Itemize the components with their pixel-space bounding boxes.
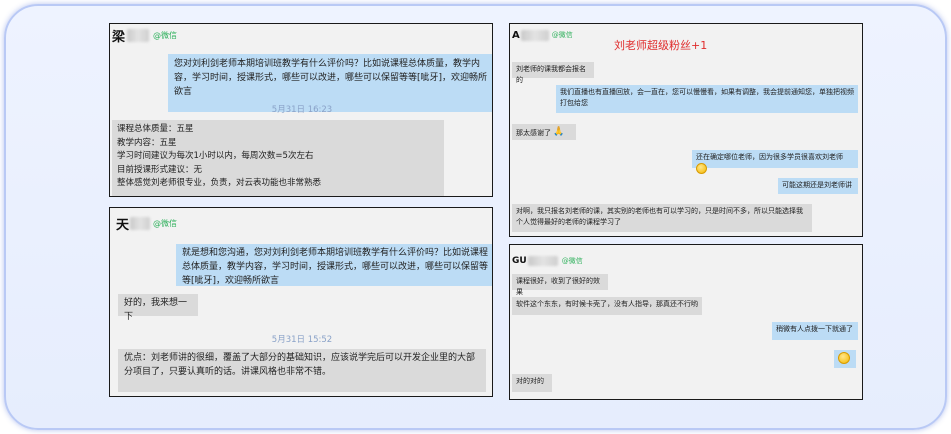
message-incoming: 对的对的 bbox=[512, 374, 552, 392]
contact-name: 梁 bbox=[112, 29, 126, 45]
wechat-tag: @微信 bbox=[552, 30, 573, 40]
blurred-name bbox=[527, 256, 558, 266]
message-outgoing: 可能这期还是刘老师讲 bbox=[778, 178, 858, 194]
smile-emoji-icon bbox=[838, 352, 850, 364]
smile-emoji-icon bbox=[696, 162, 707, 174]
message-outgoing bbox=[834, 350, 856, 368]
contact-name: A bbox=[512, 29, 520, 41]
wechat-label: @微信 bbox=[551, 31, 573, 39]
wechat-label: @微信 bbox=[561, 257, 583, 265]
praying-hands-icon: 🙏 bbox=[553, 127, 565, 137]
wechat-tag: @微信 bbox=[562, 256, 583, 266]
blurred-name bbox=[127, 28, 150, 42]
chat-screenshot-2: 天 @微信 就是想和您沟通，您对刘利剑老师本期培训班教学有什么评价吗？比如说课程… bbox=[109, 207, 493, 397]
message-incoming: 课程总体质量：五星 教学内容：五星 学习时间建议为每次1小时以内，每周次数=5次… bbox=[112, 120, 444, 196]
message-outgoing: 稍微有人点拨一下就通了 bbox=[772, 322, 858, 340]
chat-header: GU @微信 bbox=[512, 254, 583, 268]
chat-screenshot-4: GU @微信 课程很好，收到了很好的效果 软件这个东东，有时候卡壳了，没有人指导… bbox=[509, 244, 863, 400]
chat-screenshot-1: 梁 @微信 您对刘利剑老师本期培训班教学有什么评价吗？比如说课程总体质量，教学内… bbox=[109, 23, 493, 197]
chat-header: A @微信 bbox=[512, 27, 573, 43]
message-incoming: 那太感谢了 🙏 bbox=[512, 124, 576, 140]
timestamp: 5月31日 15:52 bbox=[271, 335, 333, 345]
blurred-name bbox=[520, 29, 549, 41]
message-incoming: 好的，我来想一下 bbox=[118, 294, 198, 322]
chat-header: 天 @微信 bbox=[116, 214, 177, 233]
message-incoming: 刘老师的课我都会报名的 bbox=[512, 62, 594, 84]
message-text: 还在确定哪位老师，因为很多学员很喜欢刘老师 bbox=[696, 153, 843, 161]
message-incoming: 课程很好，收到了很好的效果 bbox=[512, 274, 608, 296]
wechat-tag: @微信 bbox=[153, 218, 177, 229]
message-outgoing: 我们直播也有直播回放，会一直在，您可以慢慢看，如果有调整，我会提前通知您，单独把… bbox=[556, 85, 858, 113]
message-incoming: 优点：刘老师讲的很细，覆盖了大部分的基础知识，应该说学完后可以开发企业里的大部分… bbox=[118, 349, 486, 392]
contact-name: GU bbox=[512, 256, 527, 266]
wechat-label: @微信 bbox=[153, 218, 178, 228]
message-incoming: 对啊，我只报名刘老师的课，其实别的老师也有可以学习的，只是时间不多，所以只能选择… bbox=[512, 204, 812, 232]
chat-header: 梁 @微信 bbox=[112, 26, 177, 45]
message-text: 那太感谢了 bbox=[516, 128, 551, 137]
message-incoming: 软件这个东东，有时候卡壳了，没有人指导，那真还不行哟 bbox=[512, 297, 702, 315]
wechat-label: @微信 bbox=[153, 30, 178, 40]
wechat-tag: @微信 bbox=[153, 30, 177, 41]
annotation: 刘老师超级粉丝+1 bbox=[614, 39, 708, 52]
contact-name: 天 bbox=[116, 217, 130, 233]
timestamp: 5月31日 16:23 bbox=[271, 105, 333, 115]
message-outgoing: 还在确定哪位老师，因为很多学员很喜欢刘老师 bbox=[692, 150, 858, 174]
message-outgoing: 就是想和您沟通，您对刘利剑老师本期培训班教学有什么评价吗？比如说课程总体质量，教… bbox=[176, 244, 492, 286]
blurred-name bbox=[130, 216, 151, 230]
chat-screenshot-3: A @微信 刘老师超级粉丝+1 刘老师的课我都会报名的 我们直播也有直播回放，会… bbox=[509, 23, 863, 237]
